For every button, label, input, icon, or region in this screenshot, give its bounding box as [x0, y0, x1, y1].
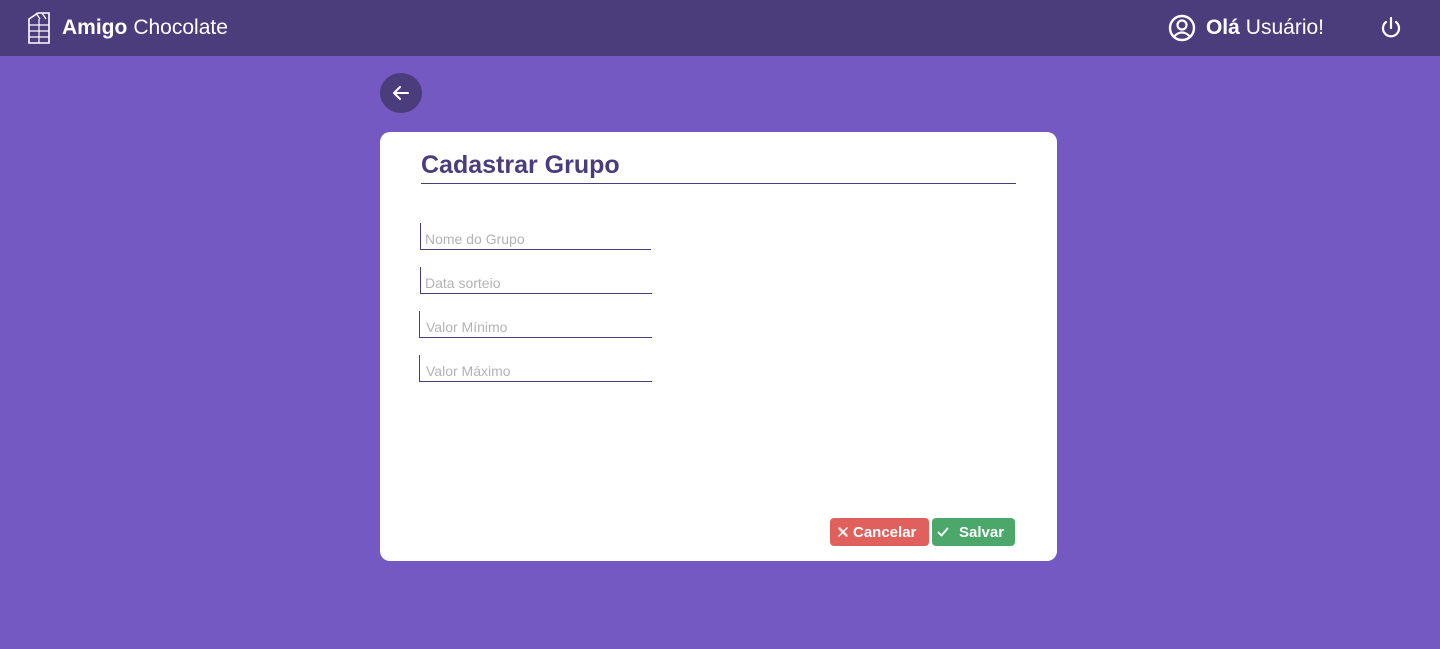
power-icon[interactable]	[1378, 14, 1404, 42]
form-card: Cadastrar Grupo Cancelar Salvar	[380, 132, 1057, 561]
save-button[interactable]: Salvar	[932, 518, 1015, 546]
top-bar: Amigo Chocolate Olá Usuário!	[0, 0, 1440, 56]
max-value-field[interactable]	[419, 355, 652, 382]
check-icon	[937, 527, 949, 537]
back-button[interactable]	[380, 73, 422, 113]
chocolate-bar-icon	[28, 12, 50, 44]
user-greeting[interactable]: Olá Usuário!	[1168, 12, 1324, 44]
draw-date-input[interactable]	[425, 274, 645, 292]
user-name: Usuário!	[1245, 16, 1324, 39]
brand-name-bold: Amigo	[62, 16, 128, 39]
draw-date-field[interactable]	[420, 267, 652, 294]
max-value-input[interactable]	[426, 362, 646, 380]
save-label: Salvar	[959, 523, 1005, 541]
brand[interactable]: Amigo Chocolate	[26, 10, 228, 46]
group-name-input[interactable]	[425, 230, 645, 248]
greeting-label: Olá	[1205, 16, 1240, 39]
group-name-field[interactable]	[420, 223, 651, 250]
arrow-left-icon	[393, 86, 409, 100]
cancel-button[interactable]: Cancelar	[830, 518, 929, 546]
brand-name-light: Chocolate	[133, 16, 228, 39]
page-title: Cadastrar Grupo	[421, 151, 1016, 184]
cancel-label: Cancelar	[853, 523, 917, 541]
close-icon	[838, 527, 848, 537]
min-value-field[interactable]	[419, 311, 652, 338]
min-value-input[interactable]	[426, 318, 646, 336]
user-circle-icon	[1168, 14, 1196, 42]
